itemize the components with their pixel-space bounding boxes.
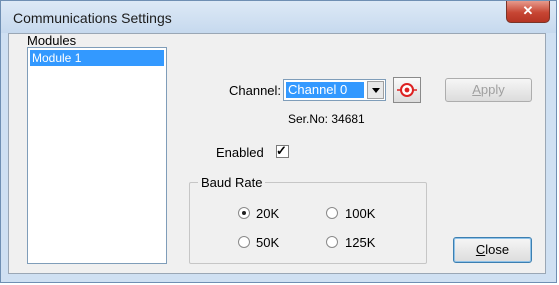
close-x-icon: ✕ [522, 3, 534, 18]
checkmark-icon: ✓ [276, 143, 287, 158]
channel-dropdown[interactable]: Channel 0 [283, 79, 386, 101]
list-item-module-1[interactable]: Module 1 [30, 50, 164, 66]
window-title: Communications Settings [13, 10, 172, 26]
baud-125k-label: 125K [345, 235, 376, 250]
close-button-label: Close [475, 242, 510, 257]
baud-rate-group [189, 182, 427, 264]
title-bar[interactable]: Communications Settings ✕ [1, 1, 556, 33]
baud-20k-label: 20K [256, 206, 280, 221]
baud-100k-radio[interactable] [326, 207, 338, 219]
target-icon [397, 83, 417, 97]
baud-rate-group-label: Baud Rate [198, 175, 266, 190]
chevron-down-icon[interactable] [367, 81, 384, 99]
enabled-checkbox[interactable]: ✓ [276, 143, 289, 158]
modules-label: Modules [27, 33, 77, 48]
baud-100k-label: 100K [345, 206, 376, 221]
apply-button-label: Apply [472, 82, 505, 97]
channel-label: Channel: [229, 83, 282, 98]
baud-50k-label: 50K [256, 235, 280, 250]
modules-listbox[interactable]: Module 1 [27, 47, 167, 264]
identify-button[interactable] [393, 77, 421, 103]
baud-50k-radio[interactable] [238, 236, 250, 248]
serial-number: Ser.No: 34681 [288, 112, 365, 126]
enabled-label: Enabled [216, 145, 264, 160]
baud-20k-radio[interactable] [238, 207, 250, 219]
radio-selected-dot [242, 211, 246, 215]
baud-125k-radio[interactable] [326, 236, 338, 248]
channel-selected-value: Channel 0 [286, 82, 364, 98]
window-close-button[interactable]: ✕ [506, 1, 550, 23]
close-button[interactable]: Close [453, 237, 532, 263]
apply-button[interactable]: Apply [445, 78, 532, 102]
